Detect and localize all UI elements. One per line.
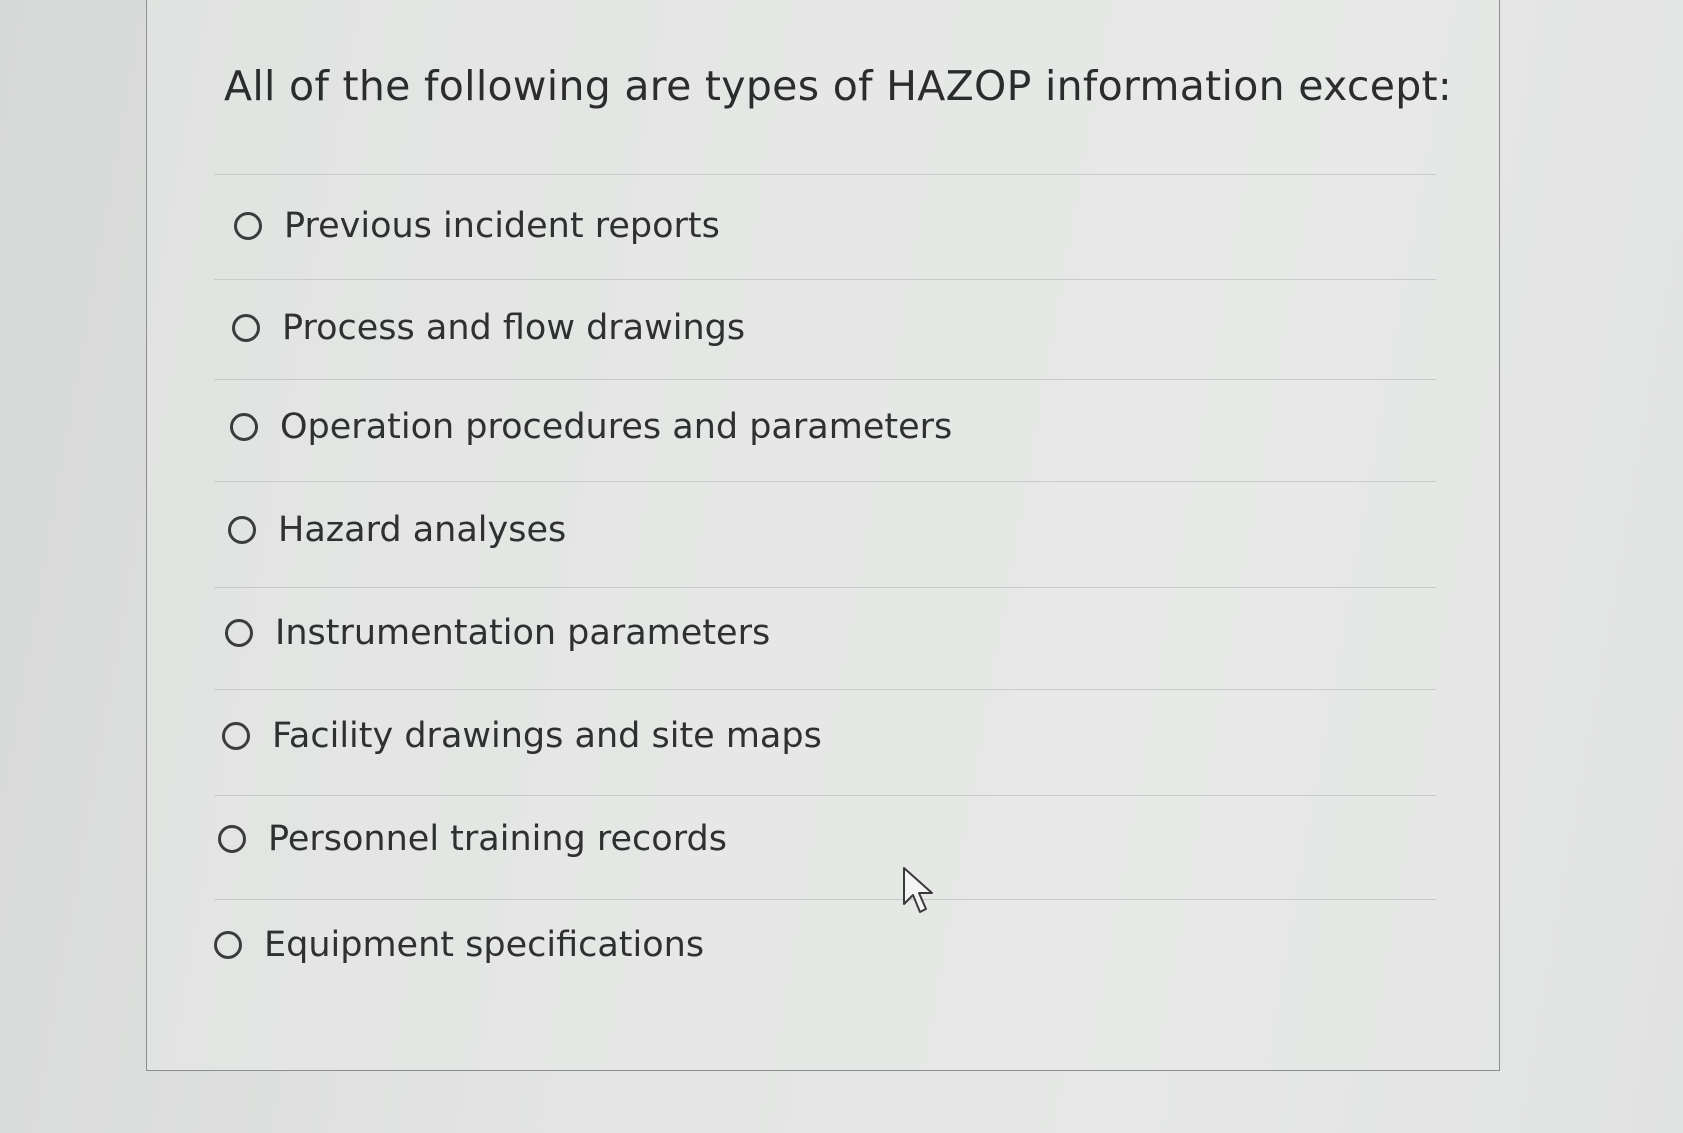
- answer-option[interactable]: Hazard analyses: [228, 510, 566, 550]
- radio-unchecked-icon[interactable]: [230, 413, 258, 441]
- divider: [214, 689, 1436, 690]
- radio-unchecked-icon[interactable]: [225, 619, 253, 647]
- divider: [214, 279, 1436, 280]
- radio-unchecked-icon[interactable]: [228, 516, 256, 544]
- answer-option[interactable]: Process and flow drawings: [232, 308, 745, 348]
- divider: [214, 481, 1436, 482]
- divider: [214, 795, 1436, 796]
- divider: [214, 899, 1436, 900]
- answer-option-label: Personnel training records: [268, 819, 727, 859]
- answer-option-label: Operation procedures and parameters: [280, 407, 953, 447]
- radio-unchecked-icon[interactable]: [218, 825, 246, 853]
- answer-option-label: Instrumentation parameters: [275, 613, 771, 653]
- answer-option-label: Hazard analyses: [278, 510, 567, 550]
- answer-option[interactable]: Operation procedures and parameters: [230, 407, 952, 447]
- answer-option[interactable]: Instrumentation parameters: [225, 613, 770, 653]
- divider: [214, 379, 1436, 380]
- radio-unchecked-icon[interactable]: [234, 212, 262, 240]
- answer-option-label: Facility drawings and site maps: [272, 716, 822, 756]
- answer-option-label: Equipment specifications: [264, 925, 705, 965]
- answer-option-label: Process and flow drawings: [282, 308, 746, 348]
- answer-option-label: Previous incident reports: [284, 206, 720, 246]
- mouse-pointer-icon: [903, 867, 933, 913]
- answer-option[interactable]: Personnel training records: [218, 819, 727, 859]
- question-prompt: All of the following are types of HAZOP …: [224, 62, 1453, 110]
- radio-unchecked-icon[interactable]: [214, 931, 242, 959]
- divider: [214, 587, 1436, 588]
- answer-option[interactable]: Previous incident reports: [234, 206, 720, 246]
- radio-unchecked-icon[interactable]: [232, 314, 260, 342]
- answer-option[interactable]: Facility drawings and site maps: [222, 716, 822, 756]
- answer-option[interactable]: Equipment specifications: [214, 925, 704, 965]
- divider: [214, 174, 1436, 175]
- radio-unchecked-icon[interactable]: [222, 722, 250, 750]
